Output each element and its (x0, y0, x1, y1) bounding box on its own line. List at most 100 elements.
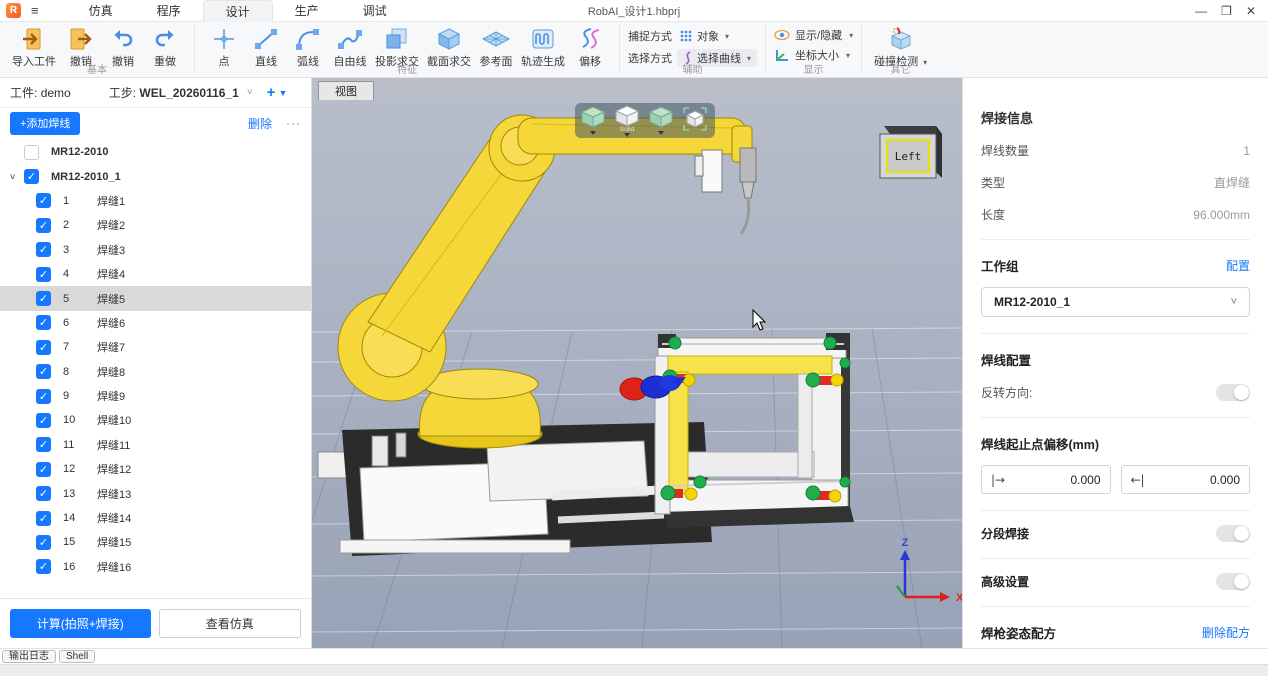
arc-icon (295, 26, 321, 52)
info-row: 焊线数量1 (981, 142, 1250, 159)
weld-seam-row[interactable]: ✓11焊缝11 (0, 433, 311, 457)
checkbox[interactable]: ✓ (36, 462, 51, 477)
checkbox[interactable]: ✓ (36, 535, 51, 550)
checkbox[interactable]: ✓ (36, 559, 51, 574)
view-simulation-button[interactable]: 查看仿真 (159, 609, 302, 638)
status-bar (0, 664, 1268, 676)
torch-pose-recipe-label: 焊枪姿态配方 (981, 623, 1056, 642)
freeline-icon (337, 26, 363, 52)
checkbox[interactable]: ✓ (36, 340, 51, 355)
workgroup-config-link[interactable]: 配置 (1226, 257, 1250, 274)
workgroup-select[interactable]: MR12-2010_1 ˅ (981, 287, 1250, 317)
close-button[interactable]: ✕ (1246, 4, 1256, 18)
weld-seam-row[interactable]: ✓4焊缝4 (0, 262, 311, 286)
divider (981, 333, 1250, 334)
weld-list-toolbar: +添加焊线 删除 ··· (0, 108, 311, 138)
checkbox[interactable]: ✓ (36, 242, 51, 257)
weld-seam-row[interactable]: ✓9焊缝9 (0, 384, 311, 408)
offset-start-input[interactable]: |→ 0.000 (981, 465, 1111, 494)
checkbox[interactable]: ✓ (36, 291, 51, 306)
menu-tab-simulation[interactable]: 仿真 (67, 0, 135, 22)
weld-list-panel: 工件: demo 工步: WEL_20260116_1 ˅ + ▼ +添加焊线 … (0, 78, 312, 648)
panel-title: 焊接信息 (981, 108, 1250, 127)
advanced-settings-toggle[interactable] (1216, 573, 1250, 590)
add-step-caret-icon[interactable]: ▼ (278, 88, 287, 98)
offset-end-input[interactable]: ←| 0.000 (1121, 465, 1251, 494)
step-chevron-icon[interactable]: ˅ (247, 87, 253, 98)
viewport-3d[interactable]: 视图 (312, 78, 962, 648)
export-part-icon (68, 26, 94, 52)
weld-config-title: 焊线配置 (981, 350, 1031, 369)
weld-seam-row[interactable]: ✓10焊缝10 (0, 408, 311, 432)
checkbox[interactable]: ✓ (36, 511, 51, 526)
window-controls: — ❐ ✕ (1195, 4, 1268, 18)
snap-mode-dropdown[interactable]: 对象 ▾ (677, 27, 731, 45)
restore-button[interactable]: ❐ (1221, 4, 1232, 18)
checkbox[interactable]: ✓ (24, 169, 39, 184)
expand-chevron-icon[interactable]: ˅ (10, 172, 24, 182)
reverse-direction-toggle[interactable] (1216, 384, 1250, 401)
offset-start-icon: |→ (991, 473, 1005, 487)
compute-button[interactable]: 计算(拍照+焊接) (10, 609, 151, 638)
weld-seam-row[interactable]: ✓8焊缝8 (0, 360, 311, 384)
add-step-button[interactable]: + (267, 84, 276, 101)
menu-tab-production[interactable]: 生产 (273, 0, 341, 22)
menu-tab-bar: 仿真 程序 设计 生产 调试 (67, 0, 409, 22)
weld-seam-row[interactable]: ✓5焊缝5 (0, 286, 311, 310)
delete-recipe-link[interactable]: 删除配方 (1202, 624, 1250, 641)
info-row: 长度96.000mm (981, 206, 1250, 223)
view-cube[interactable]: Left (880, 126, 942, 178)
weld-seam-row[interactable]: ✓1焊缝1 (0, 189, 311, 213)
more-options-button[interactable]: ··· (286, 116, 301, 130)
checkbox[interactable] (24, 145, 39, 160)
divider (981, 417, 1250, 418)
chevron-down-icon: ˅ (1231, 296, 1237, 308)
checkbox[interactable]: ✓ (36, 364, 51, 379)
bottom-tab[interactable]: 输出日志 (2, 650, 56, 663)
segment-weld-toggle[interactable] (1216, 525, 1250, 542)
ribbon-group-label-feature: 特征 (195, 61, 619, 76)
checkbox[interactable]: ✓ (36, 389, 51, 404)
checkbox[interactable]: ✓ (36, 267, 51, 282)
checkbox[interactable]: ✓ (36, 486, 51, 501)
show-hide-dropdown[interactable]: 显示/隐藏 ▾ (774, 27, 853, 43)
tree-parent-row[interactable]: ˅✓MR12-2010_1 (0, 164, 311, 188)
checkbox[interactable]: ✓ (36, 413, 51, 428)
advanced-settings-label: 高级设置 (981, 573, 1029, 590)
hamburger-menu-icon[interactable]: ≡ (31, 3, 39, 18)
menu-tab-debug[interactable]: 调试 (341, 0, 409, 22)
ribbon-group-label-display: 显示 (766, 61, 861, 76)
weld-seam-row[interactable]: ✓13焊缝13 (0, 481, 311, 505)
weld-seam-row[interactable]: ✓12焊缝12 (0, 457, 311, 481)
scene-3d[interactable]: Solid (312, 100, 962, 648)
weld-seam-row[interactable]: ✓2焊缝2 (0, 213, 311, 237)
menu-tab-program[interactable]: 程序 (135, 0, 203, 22)
tree-parent-row[interactable]: MR12-2010 (0, 140, 311, 164)
weld-seam-row[interactable]: ✓14焊缝14 (0, 506, 311, 530)
application-window: R ≡ RobAI_设计1.hbprj 仿真 程序 设计 生产 调试 — ❐ ✕… (0, 0, 1268, 676)
eye-icon (774, 29, 790, 41)
divider (981, 239, 1250, 240)
checkbox[interactable]: ✓ (36, 437, 51, 452)
checkbox[interactable]: ✓ (36, 315, 51, 330)
ribbon-group-label-other: 其它 (862, 61, 939, 76)
delete-weld-button[interactable]: 删除 (248, 115, 272, 132)
weld-seam-row[interactable]: ✓3焊缝3 (0, 238, 311, 262)
weld-seam-row[interactable]: ✓7焊缝7 (0, 335, 311, 359)
point-icon (211, 26, 237, 52)
checkbox[interactable]: ✓ (36, 218, 51, 233)
weld-seam-row[interactable]: ✓16焊缝16 (0, 555, 311, 576)
weld-seam-row[interactable]: ✓6焊缝6 (0, 311, 311, 335)
minimize-button[interactable]: — (1195, 4, 1207, 18)
divider (981, 606, 1250, 607)
add-weld-line-button[interactable]: +添加焊线 (10, 112, 80, 135)
checkbox[interactable]: ✓ (36, 193, 51, 208)
menu-tab-design[interactable]: 设计 (203, 0, 273, 22)
weld-seam-row[interactable]: ✓15焊缝15 (0, 530, 311, 554)
bottom-tab[interactable]: Shell (59, 650, 95, 663)
divider (981, 558, 1250, 559)
app-logo-icon[interactable]: R (6, 3, 21, 18)
viewport-tab-view[interactable]: 视图 (318, 81, 374, 100)
ribbon-group-label-aux: 辅助 (620, 61, 765, 76)
projection-intersect-icon (384, 26, 410, 52)
